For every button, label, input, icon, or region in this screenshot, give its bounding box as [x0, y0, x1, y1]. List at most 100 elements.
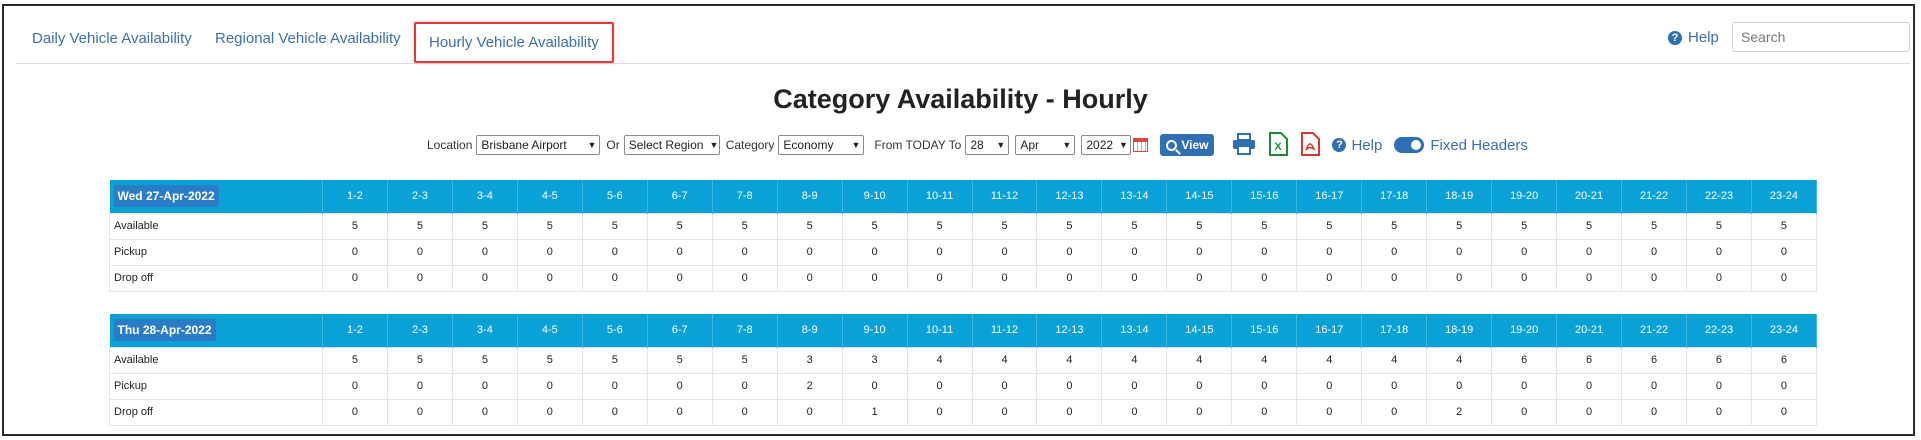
table-cell: 0: [776, 238, 843, 266]
hour-column-header: 21-22: [1621, 180, 1688, 213]
table-cell: 5: [1101, 212, 1168, 240]
table-cell: 0: [451, 372, 518, 400]
hour-column-header: 20-21: [1556, 180, 1623, 213]
table-cell: 0: [1621, 398, 1688, 426]
table-cell: 0: [1556, 238, 1623, 266]
table-cell: 0: [1426, 264, 1493, 292]
hour-column-header: 2-3: [387, 180, 453, 213]
table-cell: 0: [322, 372, 388, 400]
fixed-headers-toggle[interactable]: [1394, 137, 1425, 153]
pdf-export-icon[interactable]: [1300, 131, 1321, 159]
table-cell: 0: [386, 372, 453, 400]
tab-hourly-vehicle-availability[interactable]: Hourly Vehicle Availability: [414, 22, 614, 63]
top-navigation: Daily Vehicle Availability Regional Vehi…: [16, 18, 1910, 64]
table-cell: 5: [1621, 212, 1688, 240]
help-link[interactable]: ? Help: [1332, 137, 1382, 154]
search-input[interactable]: [1732, 22, 1910, 52]
table-cell: 0: [1296, 372, 1363, 400]
table-row: Pickup 0 0 0 0 0 0 0 2 0 0 0 0 0 0 0 0 0 0 0 0 0 0 0: [109, 372, 1818, 400]
table-cell: 0: [1101, 264, 1168, 292]
table-cell: 4: [1296, 346, 1363, 374]
table-cell: 0: [1556, 398, 1623, 426]
table-cell: 0: [971, 264, 1038, 292]
day-label: Thu 28-Apr-2022: [113, 319, 216, 342]
hour-column-header: 10-11: [907, 180, 973, 213]
table-cell: 0: [1361, 398, 1428, 426]
table-cell: 0: [711, 372, 778, 400]
table-cell: 0: [776, 264, 843, 292]
table-cell: 0: [1296, 398, 1363, 426]
table-cell: 0: [711, 398, 778, 426]
table-cell: 0: [1426, 372, 1493, 400]
table-cell: 0: [322, 264, 388, 292]
calendar-icon[interactable]: [1133, 138, 1149, 152]
table-cell: 0: [1296, 238, 1363, 266]
location-value: Brisbane Airport: [481, 138, 567, 152]
hour-column-header: 22-23: [1686, 314, 1752, 347]
hour-column-header: 16-17: [1296, 314, 1363, 347]
table-cell: 0: [1036, 372, 1103, 400]
region-select[interactable]: Select Region ▼: [623, 135, 720, 155]
table-cell: 0: [841, 264, 908, 292]
hour-column-header: 19-20: [1491, 314, 1558, 347]
print-icon[interactable]: [1232, 132, 1256, 158]
excel-export-icon[interactable]: X: [1268, 131, 1289, 159]
table-cell: 0: [971, 238, 1038, 266]
table-cell: 5: [1686, 212, 1752, 240]
month-select[interactable]: Apr ▼: [1015, 135, 1076, 155]
table-cell: 0: [1166, 398, 1233, 426]
year-select[interactable]: 2022 ▼: [1081, 135, 1132, 155]
hour-column-header: 18-19: [1426, 314, 1493, 347]
year-value: 2022: [1086, 138, 1114, 152]
filter-bar: Location Brisbane Airport ▼ Or Select Re…: [427, 131, 1528, 159]
table-cell: 5: [646, 346, 713, 374]
category-select[interactable]: Economy ▼: [778, 135, 865, 155]
hour-column-header: 7-8: [712, 180, 778, 213]
table-row: Available 5 5 5 5 5 5 5 5 5 5 5 5 5 5 5 5 5 5 5 5 5 5 5: [109, 212, 1818, 240]
table-header-row: Wed 27-Apr-2022 1-2 2-3 3-4 4-5 5-6 6-7 7-8 8-9 9…: [109, 180, 1818, 213]
table-cell: 0: [1750, 372, 1818, 400]
location-select[interactable]: Brisbane Airport ▼: [476, 135, 601, 155]
category-value: Economy: [783, 138, 834, 152]
hour-column-header: 17-18: [1361, 180, 1428, 213]
tab-daily-vehicle-availability[interactable]: Daily Vehicle Availability: [32, 30, 192, 47]
table-cell: 4: [1036, 346, 1103, 374]
hour-column-header: 14-15: [1166, 314, 1233, 347]
table-cell: 0: [646, 264, 713, 292]
table-cell: 5: [1426, 212, 1493, 240]
table-cell: 0: [711, 238, 778, 266]
table-cell: 0: [971, 398, 1038, 426]
table-cell: 5: [776, 212, 843, 240]
table-cell: 0: [906, 372, 973, 400]
help-label: Help: [1688, 29, 1719, 46]
hour-column-header: 3-4: [452, 180, 518, 213]
table-cell: 0: [711, 264, 778, 292]
hour-column-header: 21-22: [1621, 314, 1688, 347]
view-button[interactable]: View: [1160, 134, 1215, 156]
row-label: Available: [109, 212, 323, 240]
table-cell: 0: [1361, 372, 1428, 400]
table-cell: 3: [776, 346, 843, 374]
help-link[interactable]: ? Help: [1668, 29, 1719, 46]
tab-regional-vehicle-availability[interactable]: Regional Vehicle Availability: [215, 30, 401, 47]
table-cell: 0: [1556, 372, 1623, 400]
table-cell: 0: [646, 372, 713, 400]
table-cell: 0: [1231, 238, 1298, 266]
table-cell: 5: [451, 346, 518, 374]
table-cell: 2: [1426, 398, 1493, 426]
hour-column-header: 14-15: [1166, 180, 1233, 213]
hour-column-header: 11-12: [972, 180, 1038, 213]
day-select[interactable]: 28 ▼: [965, 135, 1010, 155]
hour-column-header: 8-9: [777, 314, 843, 347]
table-cell: 0: [1361, 238, 1428, 266]
table-cell: 0: [1621, 238, 1688, 266]
table-cell: 0: [1231, 264, 1298, 292]
hour-column-header: 3-4: [452, 314, 518, 347]
table-cell: 5: [581, 346, 648, 374]
table-cell: 5: [322, 346, 388, 374]
hour-column-header: 11-12: [972, 314, 1038, 347]
table-cell: 0: [1686, 372, 1752, 400]
availability-table: Wed 27-Apr-2022 1-2 2-3 3-4 4-5 5-6 6-7 7-8 8-9 9…: [109, 180, 1818, 292]
table-cell: 0: [581, 238, 648, 266]
table-cell: 4: [971, 346, 1038, 374]
